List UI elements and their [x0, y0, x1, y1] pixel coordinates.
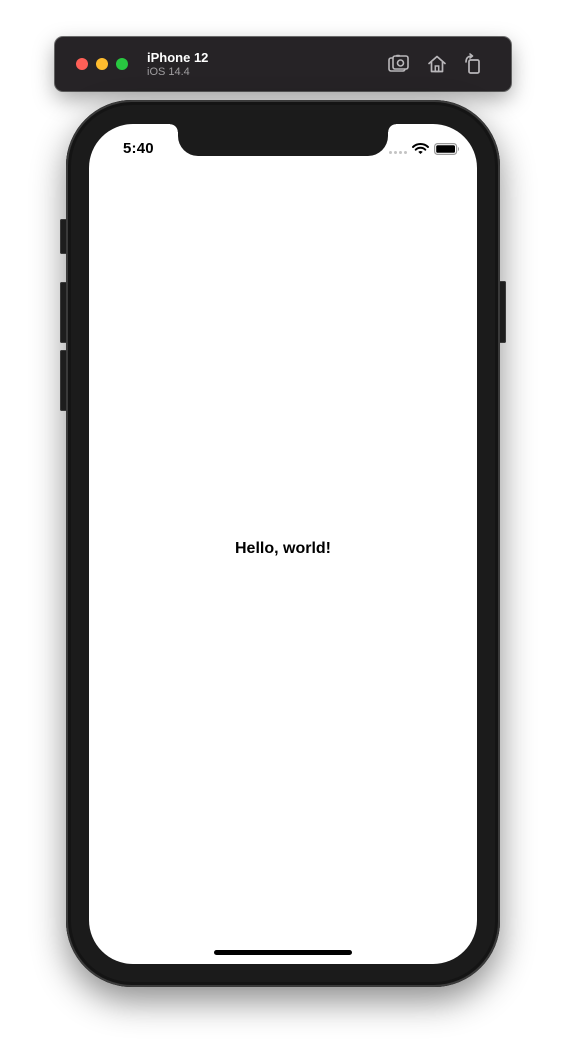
- minimize-window-button[interactable]: [96, 58, 108, 70]
- screenshot-button[interactable]: [385, 50, 413, 78]
- home-indicator[interactable]: [214, 950, 352, 955]
- status-bar-time: 5:40: [123, 140, 154, 157]
- device-name: iPhone 12: [147, 50, 209, 65]
- cellular-signal-icon: [389, 151, 407, 154]
- device-screen[interactable]: 5:40 Hello, world!: [89, 124, 477, 964]
- hello-world-label: Hello, world!: [235, 540, 331, 557]
- simulator-title-bar[interactable]: iPhone 12 iOS 14.4: [55, 37, 511, 91]
- rotate-icon: [465, 53, 480, 74]
- screenshot-icon: [388, 54, 409, 72]
- close-window-button[interactable]: [76, 58, 88, 70]
- rotate-button[interactable]: [459, 50, 487, 78]
- device-os-version: iOS 14.4: [147, 66, 190, 78]
- wifi-icon: [412, 143, 429, 154]
- battery-icon: [434, 143, 459, 155]
- zoom-window-button[interactable]: [116, 58, 128, 70]
- home-icon: [428, 55, 446, 73]
- home-button[interactable]: [423, 50, 451, 78]
- simulator-stage: iPhone 12 iOS 14.4 5:40 Hello, world!: [0, 0, 566, 1062]
- notch: [170, 124, 396, 156]
- side-power-button[interactable]: [499, 281, 506, 343]
